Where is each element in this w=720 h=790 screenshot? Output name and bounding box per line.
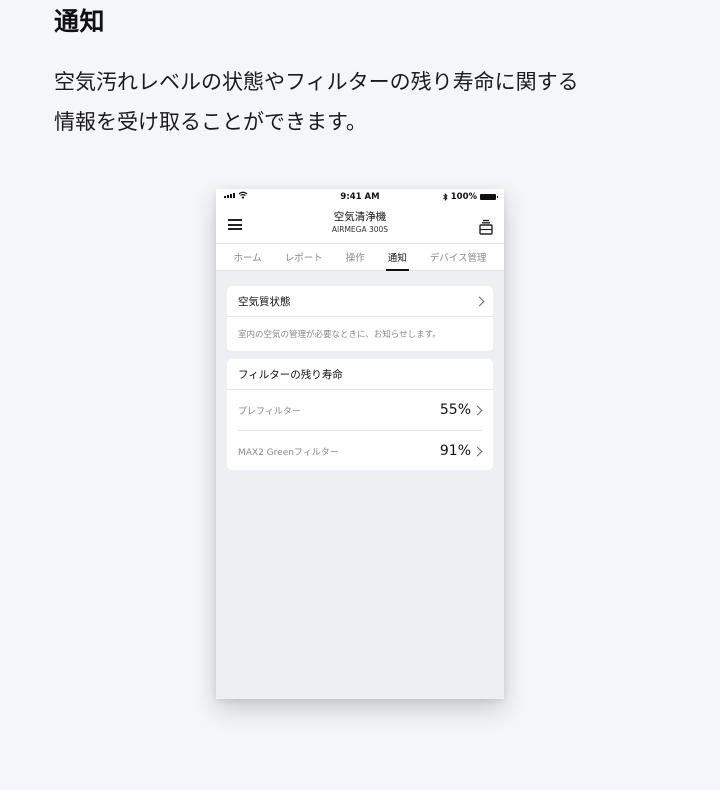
- description-line: 空気汚れレベルの状態やフィルターの残り寿命に関する: [54, 70, 579, 94]
- chevron-right-icon: [474, 296, 485, 306]
- battery-icon: [480, 194, 498, 200]
- bluetooth-icon: [442, 193, 448, 201]
- air-purifier-icon[interactable]: [479, 219, 493, 235]
- header-titles: 空気清浄機 AIRMEGA 300S: [216, 210, 504, 235]
- air-quality-header[interactable]: 空気質状態: [227, 286, 493, 317]
- tab-control[interactable]: 操作: [344, 244, 367, 270]
- tab-notifications[interactable]: 通知: [385, 244, 409, 271]
- air-quality-description: 室内の空気の管理が必要なときに、お知らせします。: [238, 330, 441, 340]
- filter-name: プレフィルター: [238, 406, 301, 417]
- filter-row-max2-green[interactable]: MAX2 Greenフィルター 91%: [238, 430, 483, 471]
- air-quality-title: 空気質状態: [238, 295, 291, 308]
- tab-bar: ホーム レポート 操作 通知 デバイス管理: [216, 243, 504, 271]
- page-description: 空気汚れレベルの状態やフィルターの残り寿命に関する 情報を受け取ることができます…: [54, 62, 674, 142]
- app-header: 空気清浄機 AIRMEGA 300S: [216, 205, 504, 243]
- status-right: 100%: [442, 192, 498, 202]
- chevron-right-icon: [472, 405, 483, 415]
- filter-life-card: フィルターの残り寿命 プレフィルター 55% MAX2 Greenフィルター 9…: [227, 359, 493, 470]
- page-title: 通知: [54, 7, 106, 36]
- tab-home[interactable]: ホーム: [232, 244, 264, 270]
- filter-row-prefilter[interactable]: プレフィルター 55%: [238, 390, 483, 430]
- status-bar: 9:41 AM 100%: [216, 189, 504, 205]
- filter-name: MAX2 Greenフィルター: [238, 447, 339, 458]
- filter-percent: 55%: [439, 402, 471, 418]
- phone-mockup: 9:41 AM 100% 空気清浄機 AIRMEGA 300S ホーム レポート…: [216, 189, 504, 699]
- filter-percent: 91%: [439, 443, 471, 459]
- battery-percent: 100%: [450, 192, 477, 202]
- description-line: 情報を受け取ることができます。: [54, 110, 367, 134]
- filter-life-header: フィルターの残り寿命: [227, 359, 493, 390]
- app-title: 空気清浄機: [333, 211, 387, 223]
- chevron-right-icon: [472, 446, 483, 456]
- device-model: AIRMEGA 300S: [331, 225, 389, 234]
- filter-life-title: フィルターの残り寿命: [238, 368, 343, 381]
- tab-report[interactable]: レポート: [283, 244, 325, 270]
- air-quality-card[interactable]: 空気質状態 室内の空気の管理が必要なときに、お知らせします。: [227, 286, 493, 351]
- tab-device-management[interactable]: デバイス管理: [428, 244, 489, 270]
